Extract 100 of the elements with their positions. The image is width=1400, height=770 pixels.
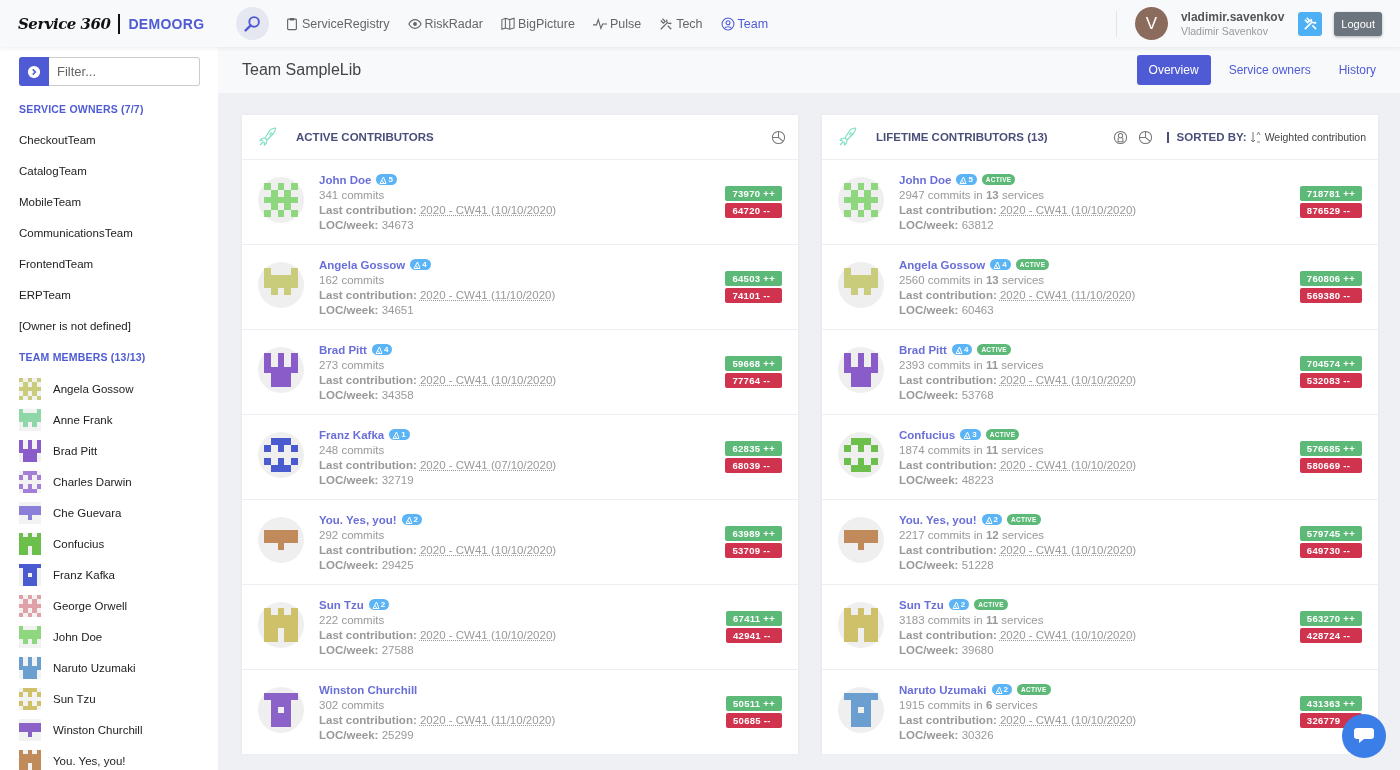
date-link[interactable]: 2020 - CW41 (10/10/2020) (999, 373, 1137, 386)
member-name: John Doe (53, 630, 103, 643)
page-title: Team SampleLib (242, 61, 363, 79)
filter-field[interactable]: Filter... (49, 57, 200, 86)
services-badge: 2 (948, 599, 970, 610)
contributor-name[interactable]: John Doe (319, 173, 372, 186)
owner-link[interactable]: MobileTeam (19, 187, 81, 218)
date-link[interactable]: 2020 - CW41 (10/10/2020) (419, 543, 557, 556)
field-label: Last contribution: (319, 628, 417, 641)
loc-value: 60463 (961, 303, 994, 316)
owner-link[interactable]: FrontendTeam (19, 249, 94, 280)
lines-removed-badge: 74101 -- (725, 288, 782, 303)
contributor-name[interactable]: Confucius (899, 428, 956, 441)
map-icon (500, 16, 515, 31)
nav-link[interactable]: RiskRadar (407, 16, 483, 31)
sort-value[interactable]: Weighted contribution (1264, 131, 1366, 143)
filter-button[interactable] (19, 57, 49, 86)
date-link[interactable]: 2020 - CW41 (10/10/2020) (419, 628, 557, 641)
services-badge: 5 (376, 174, 397, 185)
lines-removed-badge: 50685 -- (725, 713, 782, 728)
loc-value: 48223 (961, 473, 994, 486)
nav-link[interactable]: BigPicture (500, 16, 575, 31)
clipboard-icon (285, 16, 299, 31)
owner-link[interactable]: CheckoutTeam (19, 125, 96, 156)
nav-link[interactable]: ServiceRegistry (285, 16, 390, 31)
date-link[interactable]: 2020 - CW41 (10/10/2020) (419, 203, 557, 216)
contributor-name[interactable]: Winston Churchill (319, 683, 418, 696)
contributor-name[interactable]: Franz Kafka (319, 428, 385, 441)
lines-removed-badge: 42941 -- (725, 628, 782, 643)
contributor-name[interactable]: John Doe (899, 173, 952, 186)
member-name: Naruto Uzumaki (53, 661, 136, 674)
nav-link[interactable]: Team (720, 16, 769, 31)
chat-button[interactable] (1342, 714, 1386, 758)
loc-value: 53768 (961, 388, 994, 401)
contributor-name[interactable]: Naruto Uzumaki (899, 683, 987, 696)
nav-link[interactable]: Tech (659, 16, 703, 31)
lines-added-badge: 64503 ++ (725, 271, 782, 286)
member-name: Confucius (53, 537, 105, 550)
owner-link[interactable]: CatalogTeam (19, 156, 87, 187)
rocket-icon (258, 127, 278, 147)
loc-value: 51228 (961, 558, 994, 571)
lines-added-badge: 63989 ++ (725, 526, 782, 541)
field-label: Last contribution: (899, 203, 997, 216)
lines-removed-badge: 77764 -- (725, 373, 782, 388)
date-link[interactable]: 2020 - CW41 (10/10/2020) (999, 628, 1137, 641)
member-name: Sun Tzu (53, 692, 96, 705)
date-link[interactable]: 2020 - CW41 (11/10/2020) (419, 713, 556, 726)
field-label: Last contribution: (319, 288, 417, 301)
date-link[interactable]: 2020 - CW41 (11/10/2020) (419, 288, 556, 301)
contributor-name[interactable]: Angela Gossow (899, 258, 986, 271)
field-label: Last contribution: (899, 543, 997, 556)
date-link[interactable]: 2020 - CW41 (10/10/2020) (999, 713, 1137, 726)
lines-added-badge: 704574 ++ (1299, 356, 1362, 371)
pie-chart-icon (1137, 129, 1153, 145)
owner-link[interactable]: [Owner is not defined] (19, 311, 131, 342)
nav-link[interactable]: Pulse (592, 16, 642, 31)
sort-icon (1249, 131, 1262, 143)
lines-removed-badge: 569380 -- (1299, 288, 1362, 303)
owner-link[interactable]: CommunicationsTeam (19, 218, 133, 249)
field-label: Last contribution: (899, 288, 997, 301)
triangle-icon (413, 260, 422, 269)
contributor-name[interactable]: Sun Tzu (319, 598, 364, 611)
commit-count: 2560 commits in 13 services (899, 273, 1046, 286)
field-label: LOC/week: (899, 558, 959, 571)
user-login: vladimir.savenkov (1180, 10, 1285, 24)
contributor-name[interactable]: Sun Tzu (899, 598, 944, 611)
contributor-name[interactable]: You. Yes, you! (319, 513, 397, 526)
search-button[interactable] (236, 7, 269, 40)
field-label: Last contribution: (319, 543, 417, 556)
pie-chart-icon (771, 129, 786, 145)
date-link[interactable]: 2020 - CW41 (07/10/2020) (419, 458, 557, 471)
loc-value: 32719 (381, 473, 414, 486)
date-link[interactable]: 2020 - CW41 (10/10/2020) (999, 203, 1137, 216)
logout-button[interactable]: Logout (1334, 11, 1382, 36)
commit-count: 2393 commits in 11 services (899, 358, 1045, 371)
loc-value: 34673 (381, 218, 414, 231)
tab[interactable]: Overview (1136, 55, 1211, 85)
commit-count: 222 commits (319, 613, 386, 626)
contributor-name[interactable]: You. Yes, you! (899, 513, 977, 526)
date-link[interactable]: 2020 - CW41 (10/10/2020) (999, 458, 1137, 471)
lines-removed-badge: 68039 -- (725, 458, 782, 473)
eye-icon (407, 16, 422, 31)
lines-added-badge: 62835 ++ (725, 441, 782, 456)
lines-added-badge: 73970 ++ (725, 186, 782, 201)
tab[interactable]: History (1328, 55, 1386, 85)
field-label: Last contribution: (899, 373, 997, 386)
loc-value: 30326 (961, 728, 994, 741)
tab[interactable]: Service owners (1218, 55, 1321, 85)
loc-value: 39680 (961, 643, 994, 656)
sort-label: SORTED BY: (1176, 131, 1247, 143)
date-link[interactable]: 2020 - CW41 (10/10/2020) (419, 373, 557, 386)
lines-added-badge: 67411 ++ (725, 611, 782, 626)
contributor-name[interactable]: Brad Pitt (899, 343, 947, 356)
contributor-name[interactable]: Brad Pitt (319, 343, 367, 356)
field-label: LOC/week: (899, 303, 959, 316)
owner-link[interactable]: ERPTeam (19, 280, 71, 311)
date-link[interactable]: 2020 - CW41 (10/10/2020) (999, 543, 1137, 556)
date-link[interactable]: 2020 - CW41 (11/10/2020) (999, 288, 1136, 301)
people-icon (720, 16, 735, 31)
contributor-name[interactable]: Angela Gossow (319, 258, 406, 271)
